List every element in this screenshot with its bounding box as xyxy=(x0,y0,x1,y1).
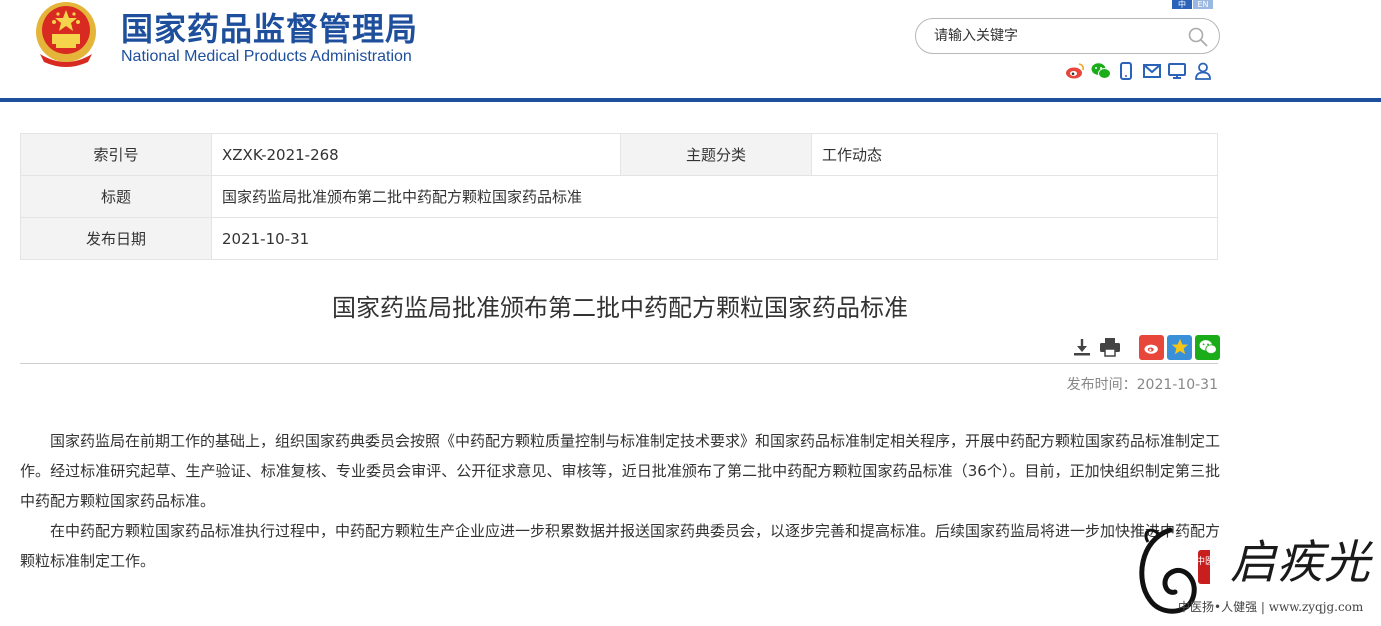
user-icon[interactable] xyxy=(1192,60,1214,82)
lang-zh-tab[interactable]: 中 xyxy=(1172,0,1192,9)
title-label: 标题 xyxy=(20,175,212,218)
article-title: 国家药监局批准颁布第二批中药配方颗粒国家药品标准 xyxy=(332,294,908,322)
table-row: 发布日期 2021-10-31 xyxy=(20,217,1218,260)
mail-icon[interactable] xyxy=(1141,60,1163,82)
watermark-slogan: 中医扬•人健强 | www.zyqjg.com xyxy=(1178,600,1364,614)
watermark-brand: 启疾光 xyxy=(1230,535,1371,589)
article-divider xyxy=(20,363,1218,364)
wechat-icon[interactable] xyxy=(1090,60,1112,82)
share-qzone-button[interactable] xyxy=(1167,334,1192,360)
index-value: XZXK-2021-268 xyxy=(211,133,621,176)
paragraph: 国家药监局在前期工作的基础上，组织国家药典委员会按照《中药配方颗粒质量控制与标准… xyxy=(20,432,1221,510)
info-table: 索引号 XZXK-2021-268 主题分类 工作动态 标题 国家药监局批准颁布… xyxy=(20,133,1218,260)
topic-value: 工作动态 xyxy=(811,133,1218,176)
lang-en-tab[interactable]: EN xyxy=(1193,0,1213,9)
article-body: 国家药监局在前期工作的基础上，组织国家药典委员会按照《中药配方颗粒质量控制与标准… xyxy=(20,426,1220,576)
title-value: 国家药监局批准颁布第二批中药配方颗粒国家药品标准 xyxy=(211,175,1218,218)
share-weibo-button[interactable] xyxy=(1139,334,1164,360)
print-icon[interactable] xyxy=(1098,335,1122,359)
paragraph: 在中药配方颗粒国家药品标准执行过程中，中药配方颗粒生产企业应进一步积累数据并报送… xyxy=(20,522,1221,570)
site-name-cn[interactable]: 国家药品监督管理局 xyxy=(121,4,418,50)
article-tools xyxy=(1070,334,1220,360)
table-row: 索引号 XZXK-2021-268 主题分类 工作动态 xyxy=(20,133,1218,176)
index-label: 索引号 xyxy=(20,133,212,176)
site-name-en[interactable]: National Medical Products Administration xyxy=(121,48,412,66)
watermark-seal-text-1: 中医 xyxy=(1196,555,1210,567)
share-wechat-button[interactable] xyxy=(1195,334,1220,360)
search-icon[interactable] xyxy=(1188,27,1208,47)
national-emblem-icon[interactable] xyxy=(30,0,102,68)
header-divider xyxy=(0,98,1381,102)
date-value: 2021-10-31 xyxy=(211,217,1218,260)
social-links xyxy=(1064,60,1217,82)
header: 国家药品监督管理局 National Medical Products Admi… xyxy=(0,0,1381,104)
weibo-icon[interactable] xyxy=(1064,60,1086,82)
topic-label: 主题分类 xyxy=(620,133,812,176)
publish-time: 发布时间：2021-10-31 xyxy=(1066,377,1218,393)
table-row: 标题 国家药监局批准颁布第二批中药配方颗粒国家药品标准 xyxy=(20,175,1218,218)
search-input[interactable] xyxy=(934,26,1184,46)
date-label: 发布日期 xyxy=(20,217,212,260)
download-icon[interactable] xyxy=(1070,335,1094,359)
monitor-icon[interactable] xyxy=(1166,60,1188,82)
search-box xyxy=(915,18,1220,54)
watermark: 中医 启疾光 中医扬•人健强 | www.zyqjg.com xyxy=(1130,520,1381,626)
mobile-icon[interactable] xyxy=(1115,60,1137,82)
